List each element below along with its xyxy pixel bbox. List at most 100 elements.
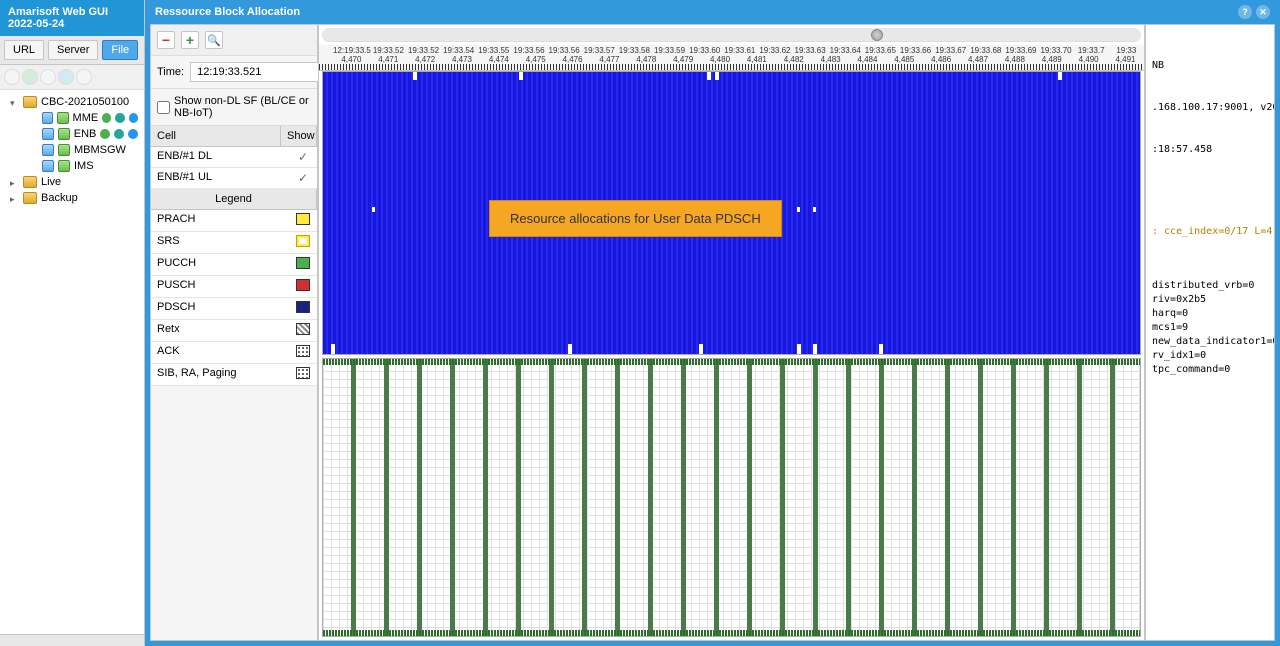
show-header: Show [281,126,317,146]
ruler-tick: 4,476 [554,55,591,64]
ruler-tick: 4,481 [738,55,775,64]
chevron-right-icon[interactable]: ▸ [10,194,19,203]
ruler-tick: 4,490 [1070,55,1107,64]
window-title: Ressource Block Allocation [155,6,300,18]
folder-icon [23,96,37,108]
tree-expand-icon[interactable] [58,69,74,85]
tree-folder-backup[interactable]: ▸ Backup [0,190,144,206]
ruler-tick: 12:19:33.5 [333,46,371,55]
tree-collapse-icon[interactable] [76,69,92,85]
ruler-tick: 19:33.69 [1003,46,1038,55]
chart-lower[interactable] [322,358,1141,637]
legend-name: PRACH [151,210,289,231]
tree-label: Live [41,176,61,188]
status-link-icon [114,129,124,139]
legend-row: PDSCH [151,298,317,320]
ruler-tick: 4,473 [444,55,481,64]
tree-node-mme[interactable]: MME [0,110,144,126]
scroll-thumb[interactable] [871,29,883,41]
chart-ruler: 12:19:33.519:33.5219:33.5219:33.5419:33.… [319,45,1144,71]
annotation-text: Resource allocations for User Data PDSCH [510,211,761,226]
legend-swatch [296,345,310,357]
tree: ▾ CBC-2021050100 MME ENB [0,90,144,634]
help-icon[interactable]: ? [1238,5,1252,19]
tree-label: Backup [41,192,78,204]
ruler-tick: 19:33.63 [793,46,828,55]
ruler-tick: 4,486 [923,55,960,64]
ruler-tick: 4,483 [812,55,849,64]
chevron-right-icon[interactable]: ▸ [10,178,19,187]
ruler-tick: 4,478 [628,55,665,64]
ruler-tick: 19:33.52 [371,46,406,55]
zoom-out-button[interactable]: − [157,31,175,49]
show-nondl-checkbox[interactable] [157,101,170,114]
status-play-icon[interactable] [129,113,138,123]
chevron-down-icon[interactable]: ▾ [10,98,19,107]
ruler-tick: 19:33.52 [406,46,441,55]
tree-back-icon[interactable] [4,69,20,85]
tree-node-ims[interactable]: IMS [0,158,144,174]
ruler-tick: 19:33 [1109,46,1144,55]
ruler-tick: 4,472 [407,55,444,64]
tab-url[interactable]: URL [4,40,44,60]
ruler-tick: 19:33.65 [863,46,898,55]
node-icon [58,144,70,156]
cell-header: Cell [151,126,281,146]
main: Ressource Block Allocation ? ✕ − + 🔍 Tim… [145,0,1280,646]
folder-icon [23,192,37,204]
node-icon [42,128,54,140]
legend-name: SRS [151,232,289,253]
ruler-tick: 4,491 [1107,55,1144,64]
cell-name: ENB/#1 UL [151,168,289,188]
ruler-tick: 19:33.68 [968,46,1003,55]
legend-name: Retx [151,320,289,341]
tree-node-enb[interactable]: ENB [0,126,144,142]
chart-upper[interactable]: Resource allocations for User Data PDSCH [322,71,1141,355]
check-icon[interactable]: ✓ [298,150,308,164]
legend-name: SIB, RA, Paging [151,364,289,385]
tree-node-mbmsgw[interactable]: MBMSGW [0,142,144,158]
ruler-tick: 4,485 [886,55,923,64]
search-button[interactable]: 🔍 [205,31,223,49]
folder-icon [23,176,37,188]
cell-row[interactable]: ENB/#1 DL ✓ [151,147,317,168]
tab-file[interactable]: File [102,40,138,60]
legend-row: ACK [151,342,317,364]
legend-name: PDSCH [151,298,289,319]
status-play-icon[interactable] [128,129,138,139]
titlebar: Ressource Block Allocation ? ✕ [145,0,1280,24]
legend-row: PRACH [151,210,317,232]
ruler-tick: 4,482 [775,55,812,64]
phone-icon [58,160,70,172]
tree-stop-icon[interactable] [40,69,56,85]
ruler-tick: 19:33.61 [722,46,757,55]
zoom-in-button[interactable]: + [181,31,199,49]
tree-refresh-icon[interactable] [22,69,38,85]
time-label: Time: [157,66,184,78]
ruler-tick: 19:33.57 [582,46,617,55]
legend-swatch [296,301,310,313]
info-block: distributed_vrb=0 riv=0x2b5 harq=0 mcs1=… [1152,279,1268,377]
check-icon[interactable]: ✓ [298,171,308,185]
ruler-tick: 4,488 [996,55,1033,64]
cell-name: ENB/#1 DL [151,147,289,167]
legend-row: PUCCH [151,254,317,276]
legend-swatch [296,213,310,225]
info-panel: NB .168.100.17:9001, v2022-05-24 :18:57.… [1145,24,1275,641]
chart-scrollbar[interactable] [322,28,1141,42]
tree-root[interactable]: ▾ CBC-2021050100 [0,94,144,110]
info-line: :18:57.458 [1152,143,1268,157]
legend-row: PUSCH [151,276,317,298]
ruler-tick: 4,484 [849,55,886,64]
cell-row[interactable]: ENB/#1 UL ✓ [151,168,317,189]
close-icon[interactable]: ✕ [1256,5,1270,19]
tree-label: MME [73,112,99,124]
status-ok-icon [100,129,110,139]
tab-server[interactable]: Server [48,40,98,60]
legend-row: Retx [151,320,317,342]
ruler-tick: 19:33.7 [1074,46,1109,55]
tree-toolbar [0,65,144,90]
legend-swatch [296,279,310,291]
tree-folder-live[interactable]: ▸ Live [0,174,144,190]
info-highlight: : cce_index=0/17 L=4 dci=1a [1152,225,1268,239]
